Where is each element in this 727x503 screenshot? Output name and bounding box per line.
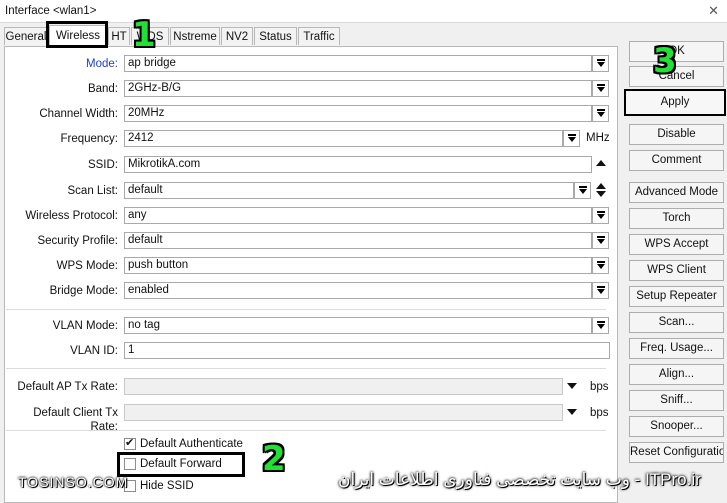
scan-list-dropdown-icon[interactable]	[574, 182, 591, 199]
close-icon[interactable]: ✕	[708, 3, 719, 19]
disable-button[interactable]: Disable	[629, 124, 724, 145]
default-forward-label: Default Forward	[140, 458, 222, 470]
tab-nv2[interactable]: NV2	[221, 27, 253, 45]
band-dropdown-icon[interactable]	[592, 80, 609, 97]
default-ap-tx-rate-unit: bps	[590, 381, 609, 393]
annotation-step-2: 2	[262, 439, 286, 479]
wps-mode-select[interactable]: push button	[124, 257, 592, 274]
comment-button[interactable]: Comment	[629, 150, 724, 171]
vlan-id-label: VLAN ID:	[70, 345, 118, 357]
default-ap-tx-rate-dropdown-icon[interactable]	[567, 383, 577, 389]
frequency-dropdown-icon[interactable]	[563, 130, 580, 147]
scan-list-select[interactable]: default	[124, 182, 574, 199]
tab-general[interactable]: General	[4, 27, 48, 45]
scan-list-up-icon[interactable]	[596, 183, 606, 189]
annotation-step-3: 3	[653, 41, 677, 81]
separator	[6, 430, 606, 431]
wps-client-button[interactable]: WPS Client	[629, 260, 724, 281]
bridge-mode-label: Bridge Mode:	[49, 285, 118, 297]
torch-button[interactable]: Torch	[629, 208, 724, 229]
hide-ssid-label: Hide SSID	[140, 480, 194, 492]
watermark-left: TOSINSO.COM	[18, 474, 129, 490]
vlan-mode-label: VLAN Mode:	[52, 320, 118, 332]
separator	[6, 368, 606, 369]
default-ap-tx-rate-input[interactable]	[124, 378, 563, 395]
channel-width-label: Channel Width:	[39, 108, 118, 120]
wps-mode-label: WPS Mode:	[56, 260, 118, 272]
tab-nstreme[interactable]: Nstreme	[170, 27, 220, 45]
bridge-mode-select[interactable]: enabled	[124, 282, 592, 299]
vlan-id-input[interactable]: 1	[124, 342, 610, 359]
ssid-label: SSID:	[87, 159, 118, 171]
default-client-tx-rate-unit: bps	[590, 407, 609, 419]
vlan-mode-dropdown-icon[interactable]	[592, 317, 609, 334]
align-button[interactable]: Align...	[629, 364, 724, 385]
apply-button[interactable]: Apply	[624, 89, 726, 116]
mode-label: Mode:	[86, 58, 118, 70]
tab-ht[interactable]: HT	[108, 27, 130, 45]
default-client-tx-rate-input[interactable]	[124, 404, 563, 421]
wps-mode-dropdown-icon[interactable]	[592, 257, 609, 274]
band-label: Band:	[87, 83, 118, 95]
freq-usage-button[interactable]: Freq. Usage...	[629, 338, 724, 359]
snooper-button[interactable]: Snooper...	[629, 416, 724, 437]
security-profile-dropdown-icon[interactable]	[592, 232, 609, 249]
default-authenticate-checkbox[interactable]	[124, 436, 136, 450]
band-select[interactable]: 2GHz-B/G	[124, 80, 592, 97]
mode-select[interactable]: ap bridge	[124, 55, 592, 72]
scan-list-down-icon[interactable]	[596, 191, 606, 197]
channel-width-select[interactable]: 20MHz	[124, 105, 592, 122]
separator	[6, 309, 606, 310]
channel-width-dropdown-icon[interactable]	[592, 105, 609, 122]
reset-configuration-button[interactable]: Reset Configuration	[629, 442, 724, 463]
security-profile-select[interactable]: default	[124, 232, 592, 249]
setup-repeater-button[interactable]: Setup Repeater	[629, 286, 724, 307]
frequency-unit: MHz	[586, 132, 610, 144]
default-forward-checkbox[interactable]	[124, 458, 136, 470]
frequency-select[interactable]: 2412	[124, 130, 563, 147]
annotation-step-1: 1	[132, 15, 156, 55]
security-profile-label: Security Profile:	[37, 235, 118, 247]
wireless-protocol-select[interactable]: any	[124, 207, 592, 224]
scan-button[interactable]: Scan...	[629, 312, 724, 333]
tab-wireless[interactable]: Wireless	[49, 25, 107, 45]
scan-list-label: Scan List:	[67, 185, 119, 197]
window-title: Interface <wlan1>	[5, 5, 97, 17]
window-titlebar: Interface <wlan1> ✕	[0, 0, 727, 23]
vlan-mode-select[interactable]: no tag	[124, 317, 592, 334]
tab-traffic[interactable]: Traffic	[298, 27, 340, 45]
watermark-right: ITPro.ir - وب سایت تخصصی فناوری اطلاعات …	[338, 470, 701, 489]
frequency-label: Frequency:	[60, 133, 118, 145]
wireless-protocol-label: Wireless Protocol:	[25, 210, 118, 222]
mode-dropdown-icon[interactable]	[592, 55, 609, 72]
bridge-mode-dropdown-icon[interactable]	[592, 282, 609, 299]
advanced-mode-button[interactable]: Advanced Mode	[629, 182, 724, 203]
ssid-input[interactable]: MikrotikA.com	[124, 156, 592, 173]
wireless-protocol-dropdown-icon[interactable]	[592, 207, 609, 224]
default-ap-tx-rate-label: Default AP Tx Rate:	[17, 381, 118, 393]
default-client-tx-rate-dropdown-icon[interactable]	[567, 409, 577, 415]
ssid-collapse-icon[interactable]	[596, 160, 606, 166]
wps-accept-button[interactable]: WPS Accept	[629, 234, 724, 255]
tab-status[interactable]: Status	[254, 27, 297, 45]
sniff-button[interactable]: Sniff...	[629, 390, 724, 411]
default-authenticate-label: Default Authenticate	[140, 438, 243, 450]
